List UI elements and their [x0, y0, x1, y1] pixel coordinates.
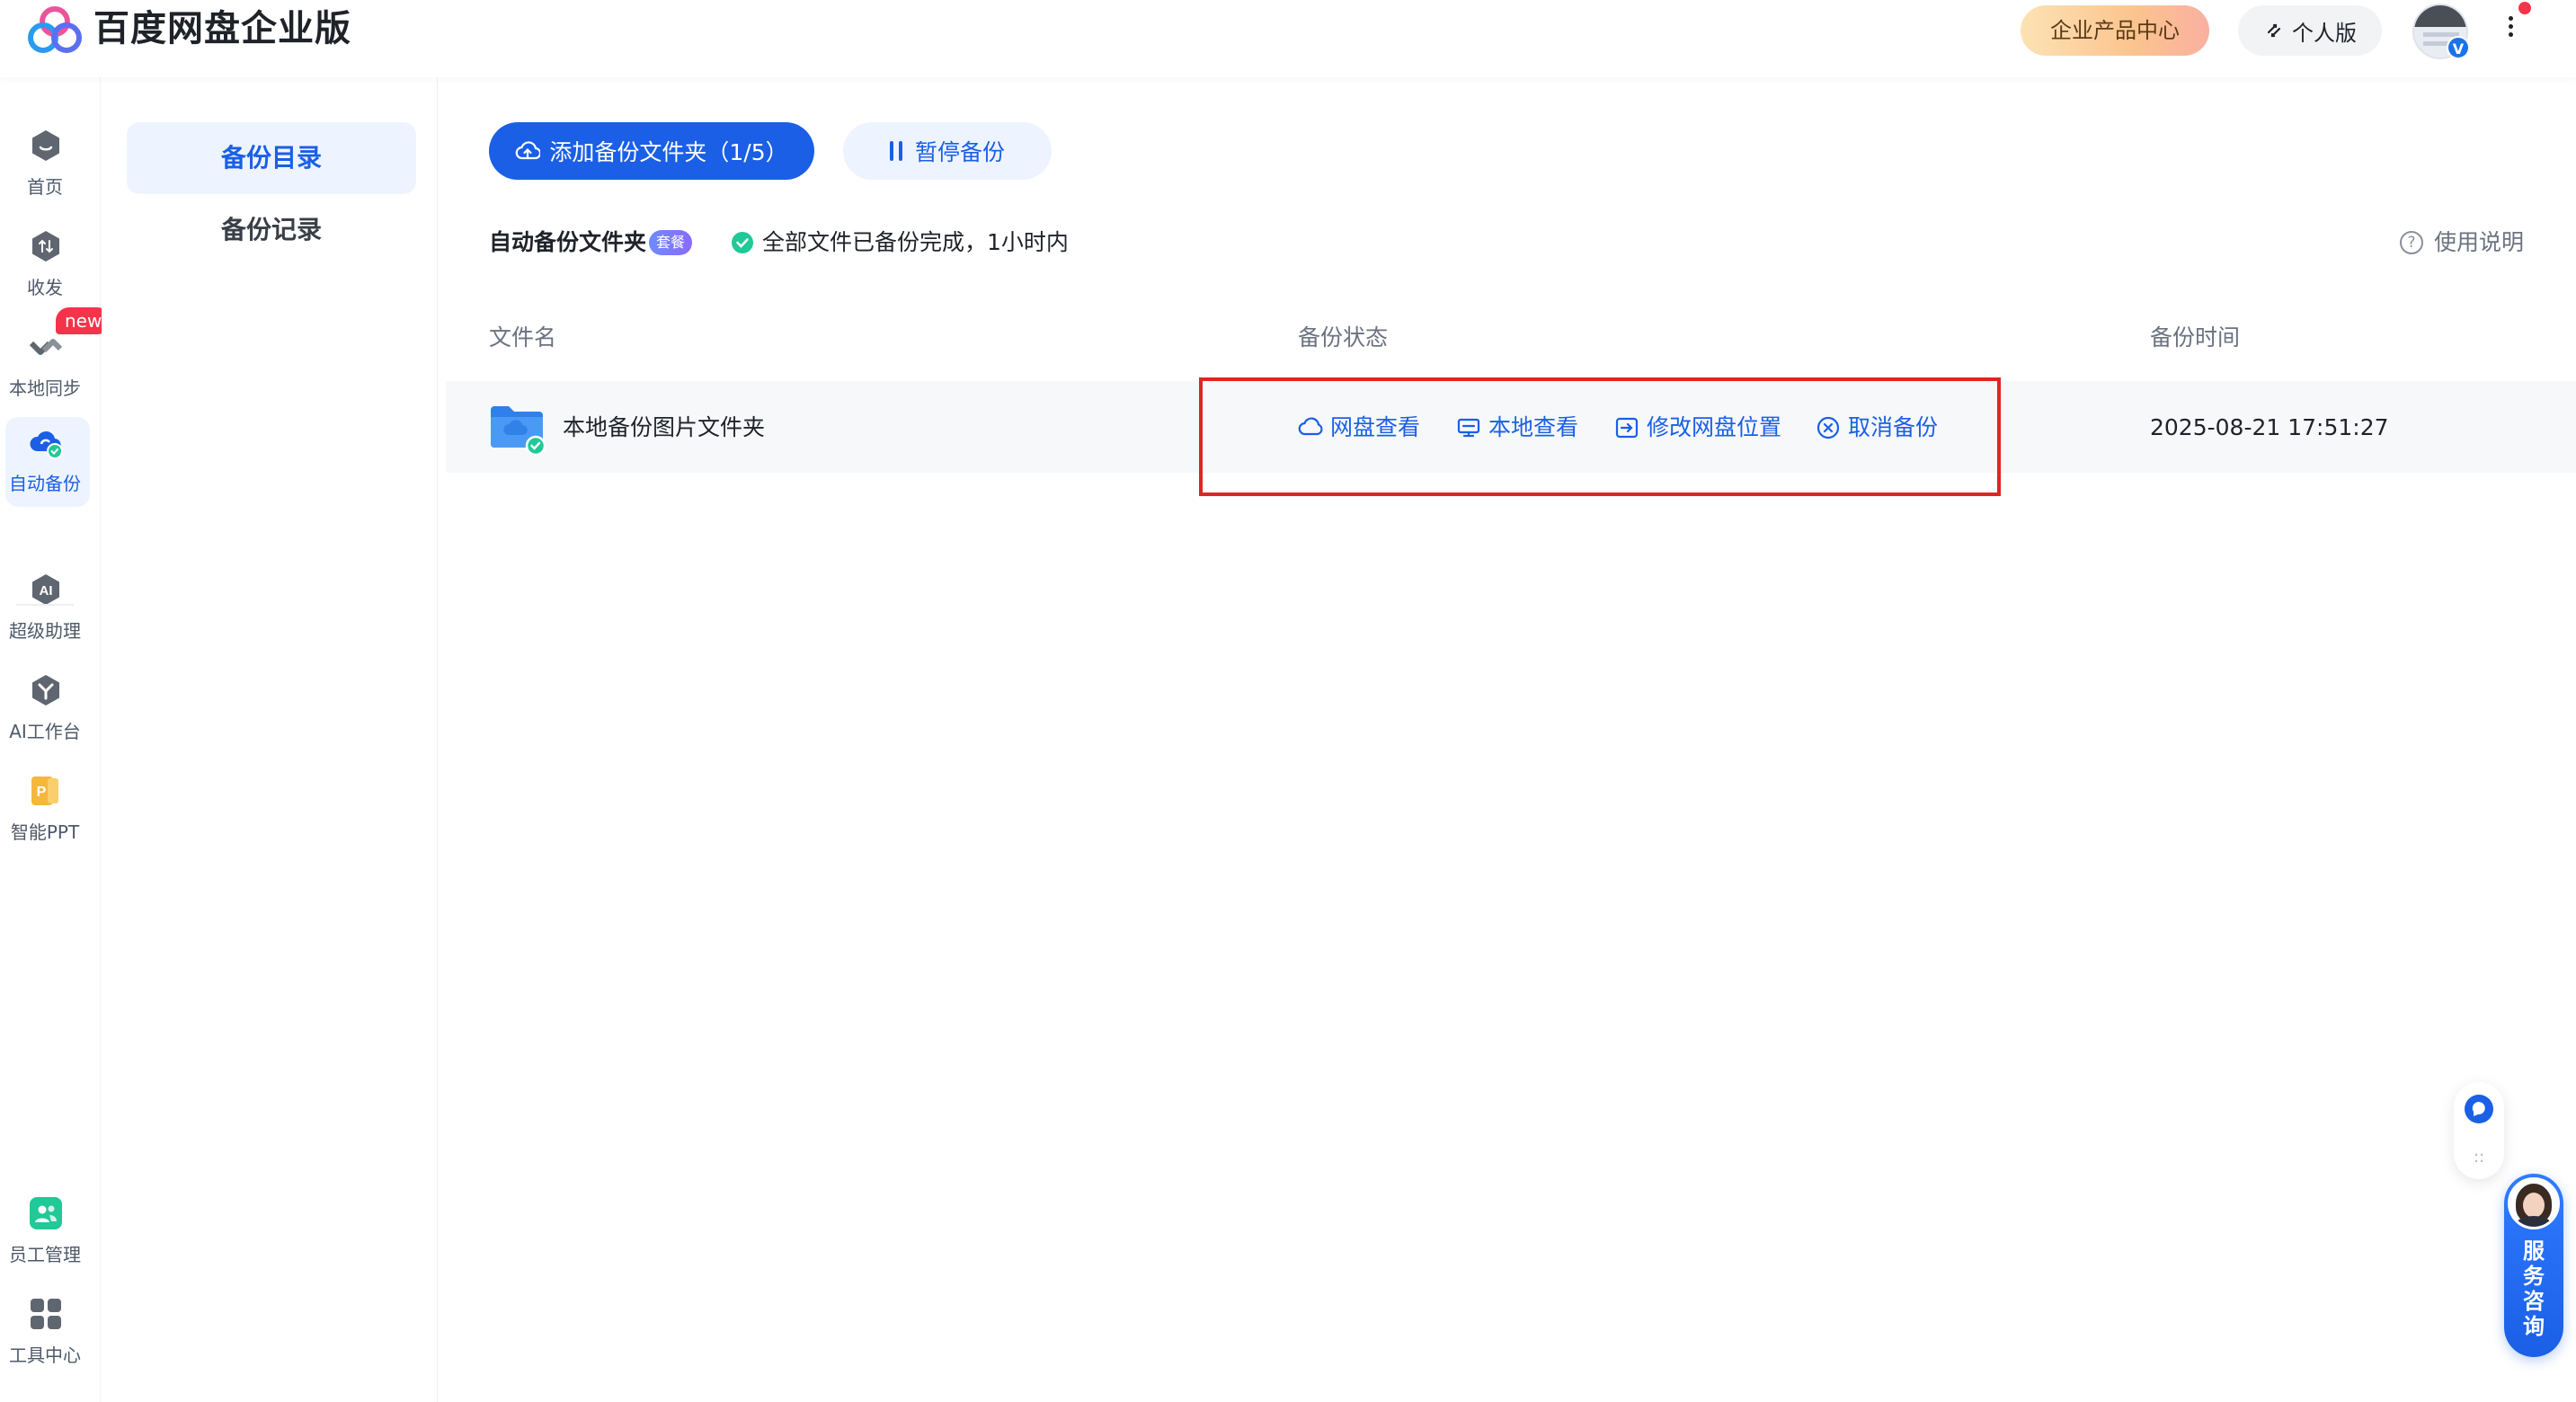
enterprise-center-button[interactable]: 企业产品中心 [2021, 5, 2209, 56]
staff-icon [30, 1197, 62, 1229]
rail-item-transfer[interactable]: 收发 [0, 221, 90, 311]
add-backup-folder-button[interactable]: 添加备份文件夹（1/5） [489, 122, 814, 180]
personal-version-button[interactable]: 个人版 [2238, 5, 2382, 56]
column-header-backup-time: 备份时间 [2150, 324, 2241, 350]
rail-label: 智能PPT [10, 821, 80, 843]
vip-badge: V [2447, 36, 2470, 59]
folder-icon [491, 406, 546, 457]
rail-label: 首页 [27, 176, 63, 198]
pause-backup-label: 暂停备份 [914, 139, 1005, 165]
usage-guide-label: 使用说明 [2434, 229, 2525, 255]
rail-label: 工具中心 [9, 1344, 81, 1366]
package-tag: 套餐 [649, 230, 693, 255]
backup-subnav: 备份目录 备份记录 [102, 77, 438, 1402]
add-backup-folder-label: 添加备份文件夹（1/5） [549, 139, 788, 165]
ai-icon: AI [32, 574, 59, 605]
svg-text:P: P [37, 785, 47, 800]
column-header-filename: 文件名 [489, 324, 557, 350]
transfer-icon [32, 231, 59, 262]
rail-item-local-sync[interactable]: 本地同步 [0, 322, 90, 412]
drag-handle-icon[interactable]: :: [2474, 1149, 2484, 1166]
pause-backup-button[interactable]: 暂停备份 [843, 122, 1052, 180]
rail-item-ai-workbench[interactable]: AI工作台 [0, 665, 90, 755]
rail-item-smart-ppt[interactable]: P 智能PPT [0, 766, 90, 856]
usage-guide-link[interactable]: ? 使用说明 [2400, 225, 2524, 261]
app-title: 百度网盘企业版 [93, 8, 351, 49]
cloud-upload-icon [516, 141, 541, 160]
backup-time: 2025-08-21 17:51:27 [2150, 414, 2389, 440]
rail-item-auto-backup[interactable]: 自动备份 [5, 417, 90, 507]
ppt-icon: P [31, 776, 58, 805]
rail-label: 超级助理 [9, 620, 81, 642]
switch-icon [2267, 23, 2281, 38]
rail-item-staff-management[interactable]: 员工管理 [0, 1188, 90, 1278]
more-menu-icon[interactable] [2497, 13, 2524, 49]
home-icon [32, 130, 59, 161]
pause-icon [889, 141, 902, 161]
rail-divider [16, 604, 74, 606]
service-consult-label: 服 务 咨 询 [2523, 1238, 2545, 1339]
subnav-item-backup-records[interactable]: 备份记录 [127, 194, 416, 266]
rail-item-tools-center[interactable]: 工具中心 [0, 1289, 90, 1379]
personal-version-label: 个人版 [2292, 20, 2357, 46]
tools-icon [31, 1299, 61, 1329]
top-header: 百度网盘企业版 企业产品中心 个人版 V [0, 0, 2576, 77]
rail-label: AI工作台 [9, 721, 81, 742]
chat-bubble-icon [2465, 1095, 2493, 1123]
notification-dot [2518, 2, 2531, 14]
rail-label: 员工管理 [9, 1244, 81, 1265]
column-header-backup-status: 备份状态 [1298, 324, 1389, 350]
subnav-item-backup-directory[interactable]: 备份目录 [127, 122, 416, 194]
svg-text:AI: AI [40, 583, 53, 599]
rail-label: 自动备份 [9, 473, 81, 494]
rail-item-home[interactable]: 首页 [0, 120, 90, 210]
ai-workbench-icon [32, 675, 59, 705]
question-icon: ? [2400, 231, 2423, 254]
left-nav-rail: 首页 收发 本地同步 自动备份 AI 超级助理 AI工作台 P 智能PPT 员工… [0, 77, 101, 1402]
rail-label: 本地同步 [9, 377, 81, 399]
sync-icon [29, 339, 63, 355]
baidu-netdisk-logo [28, 6, 82, 53]
annotation-highlight-box [1199, 377, 2001, 496]
cloud-backup-icon [30, 430, 63, 459]
service-consult-button[interactable]: 服 务 咨 询 [2504, 1174, 2563, 1357]
folder-name[interactable]: 本地备份图片文件夹 [563, 410, 765, 446]
auto-backup-folder-title: 自动备份文件夹 [489, 229, 647, 255]
floating-chat-pill[interactable]: :: [2454, 1082, 2504, 1179]
rail-item-super-assistant[interactable]: AI 超级助理 [0, 564, 90, 654]
check-circle-icon [732, 232, 753, 253]
backup-status-message: 全部文件已备份完成，1小时内 [762, 229, 1069, 255]
agent-avatar [2508, 1177, 2560, 1229]
rail-label: 收发 [27, 277, 63, 298]
